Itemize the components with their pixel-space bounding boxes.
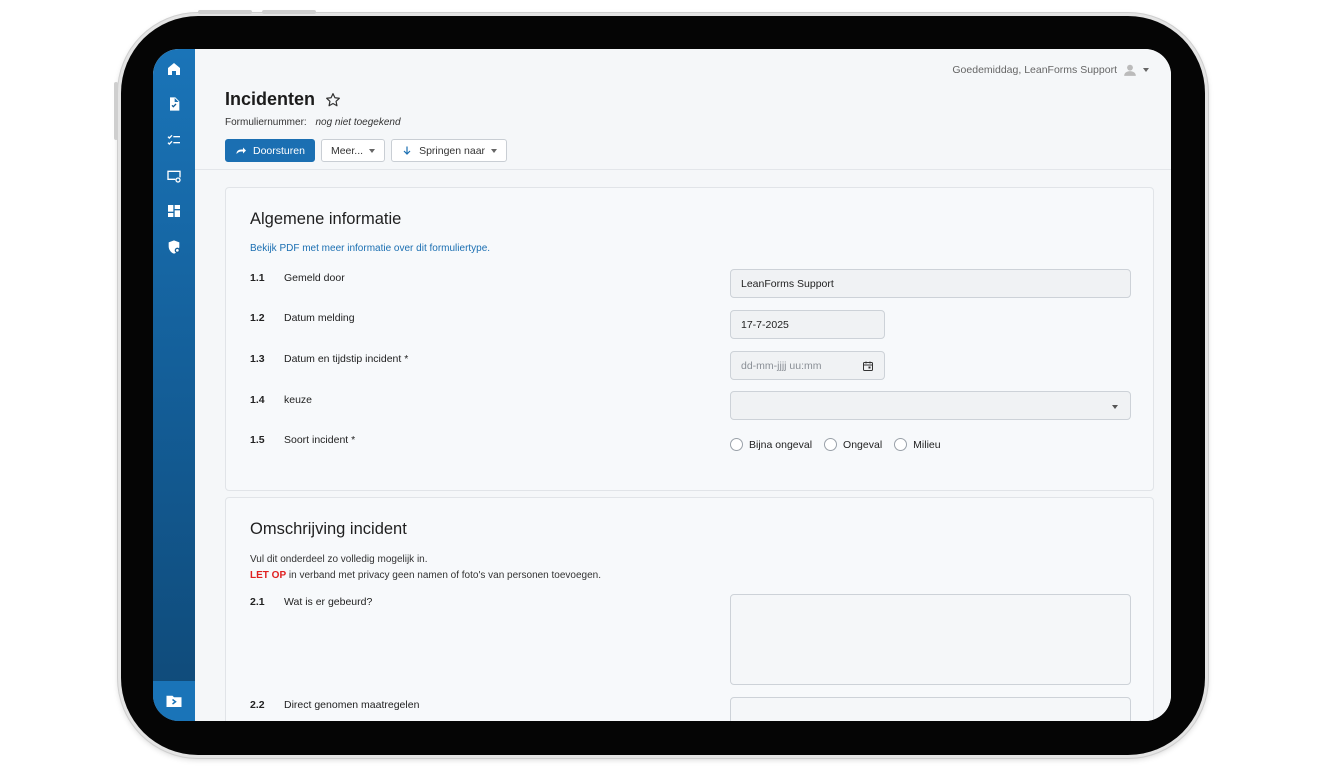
page-title-text: Incidenten [225, 89, 316, 109]
what-happened-textarea[interactable] [730, 594, 1131, 685]
form-number-label: Formuliernummer: [225, 117, 307, 128]
incident-datetime-placeholder: dd-mm-jjjj uu:mm [741, 359, 822, 372]
forward-button-label: Doorsturen [253, 144, 305, 157]
field-label: 1.1 Gemeld door [250, 272, 345, 284]
sidebar [153, 49, 195, 721]
arrow-down-icon [403, 146, 411, 155]
home-icon [168, 63, 180, 75]
chevron-down-icon [369, 148, 376, 153]
jump-to-button-label: Springen naar [419, 144, 486, 157]
section-general-info: Algemene informatie Bekijk PDF met meer … [225, 187, 1154, 491]
section-title: Algemene informatie [250, 210, 402, 228]
field-label: 1.2 Datum melding [250, 312, 355, 324]
radio-circle[interactable] [730, 438, 743, 451]
field-number: 2.2 [250, 699, 265, 711]
user-menu[interactable]: Goedemiddag, LeanForms Support [952, 63, 1149, 77]
sidebar-item-home[interactable] [164, 59, 184, 79]
field-number: 1.3 [250, 353, 265, 365]
chevron-down-icon [1143, 68, 1149, 72]
sidebar-item-devices[interactable] [164, 166, 184, 186]
field-number: 1.1 [250, 272, 265, 284]
field-label-text: Soort incident * [284, 434, 356, 446]
toolbar: Doorsturen Meer... Springen naar [225, 139, 508, 162]
reported-by-field[interactable]: LeanForms Support [730, 269, 1131, 298]
dashboard-icon [168, 205, 180, 217]
radio-label: Bijna ongeval [749, 438, 813, 451]
folder-arrow-icon [166, 695, 182, 707]
field-label-text: Gemeld door [284, 272, 345, 284]
volume-button [262, 10, 316, 14]
privacy-warning: LET OP in verband met privacy geen namen… [250, 568, 601, 584]
form-number-value: nog niet toegekend [315, 117, 401, 128]
calendar-icon[interactable] [862, 360, 874, 372]
sidebar-item-tasks[interactable] [164, 130, 184, 150]
radio-accident[interactable]: Ongeval [824, 438, 882, 451]
description-line: Vul dit onderdeel zo volledig mogelijk i… [250, 554, 428, 565]
volume-button [198, 10, 252, 14]
incident-datetime-input[interactable]: dd-mm-jjjj uu:mm [730, 351, 885, 380]
field-number: 1.5 [250, 434, 265, 446]
section-title: Omschrijving incident [250, 520, 407, 538]
power-button [114, 82, 118, 140]
more-button[interactable]: Meer... [320, 139, 386, 162]
field-number: 2.1 [250, 596, 265, 608]
device-settings-icon [167, 170, 181, 183]
forward-button[interactable]: Doorsturen [225, 139, 315, 162]
field-label: 1.3 Datum en tijdstip incident * [250, 353, 408, 365]
shield-settings-icon [168, 240, 180, 254]
field-label: 1.4 keuze [250, 394, 312, 406]
chevron-down-icon [491, 148, 498, 153]
measures-taken-textarea[interactable] [730, 697, 1131, 721]
header-divider [195, 169, 1171, 170]
main-content: Goedemiddag, LeanForms Support Incidente… [195, 49, 1171, 721]
user-avatar-icon [1124, 64, 1136, 76]
reported-by-value: LeanForms Support [741, 277, 834, 290]
radio-circle[interactable] [894, 438, 908, 451]
incident-type-radio-group: Bijna ongeval Ongeval Milieu [730, 438, 941, 451]
report-date-field[interactable]: 17-7-2025 [730, 310, 885, 339]
section-description: Vul dit onderdeel zo volledig mogelijk i… [250, 552, 601, 584]
pdf-info-link[interactable]: Bekijk PDF met meer informatie over dit … [250, 243, 490, 254]
more-button-label: Meer... [330, 144, 364, 157]
checklist-icon [167, 134, 180, 145]
field-label-text: Datum melding [284, 312, 355, 324]
radio-circle[interactable] [824, 438, 838, 451]
app-screen: Goedemiddag, LeanForms Support Incidente… [153, 49, 1171, 721]
field-label-text: keuze [284, 394, 313, 406]
greeting-text: Goedemiddag, LeanForms Support [952, 64, 1117, 76]
field-label: 1.5 Soort incident * [250, 434, 355, 446]
sidebar-collapse-button[interactable] [153, 681, 195, 721]
warning-text: in verband met privacy geen namen of fot… [286, 570, 602, 581]
radio-label: Milieu [913, 438, 941, 451]
form-number: Formuliernummer: nog niet toegekend [225, 117, 401, 128]
field-label-text: Wat is er gebeurd? [284, 596, 373, 608]
warning-label: LET OP [250, 570, 287, 581]
field-label-text: Datum en tijdstip incident * [284, 353, 409, 365]
field-label: 2.1 Wat is er gebeurd? [250, 596, 372, 608]
sidebar-item-dashboard[interactable] [164, 201, 184, 221]
field-label-text: Direct genomen maatregelen [284, 699, 420, 711]
report-date-value: 17-7-2025 [741, 318, 789, 331]
page-title: Incidenten [225, 89, 341, 110]
radio-environment[interactable]: Milieu [894, 438, 941, 451]
jump-to-button[interactable]: Springen naar [391, 139, 508, 162]
section-incident-description: Omschrijving incident Vul dit onderdeel … [225, 497, 1154, 721]
field-number: 1.4 [250, 394, 265, 406]
radio-label: Ongeval [843, 438, 883, 451]
field-label: 2.2 Direct genomen maatregelen [250, 699, 419, 711]
chevron-down-icon [1112, 405, 1118, 409]
sidebar-item-forms[interactable] [164, 94, 184, 114]
radio-near-miss[interactable]: Bijna ongeval [730, 438, 812, 451]
sidebar-item-admin[interactable] [164, 237, 184, 257]
choice-select[interactable] [730, 391, 1131, 420]
document-icon [170, 97, 180, 111]
star-icon[interactable] [325, 92, 341, 108]
field-number: 1.2 [250, 312, 265, 324]
forward-arrow-icon [236, 147, 246, 154]
